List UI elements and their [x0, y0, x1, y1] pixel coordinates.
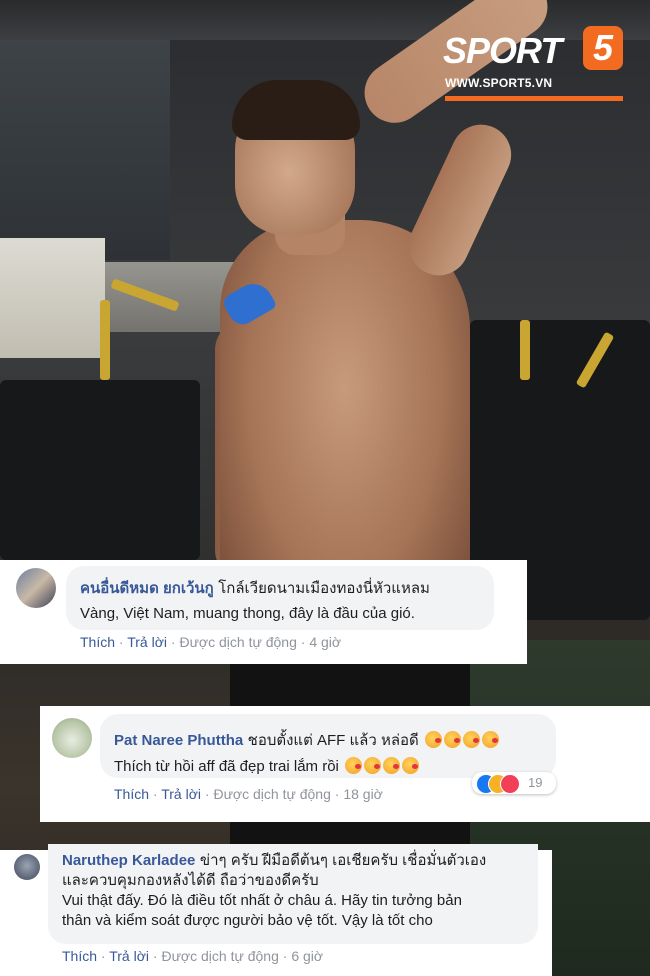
comment-bubble: Pat Naree Phuttha ชอบตั้งแต่ AFF แล้ว หล… — [100, 714, 556, 778]
window-light-2 — [105, 262, 235, 332]
machine-frame-2 — [100, 300, 110, 380]
hair — [232, 80, 360, 140]
wall — [0, 40, 170, 260]
kissing-heart-emoji — [345, 757, 363, 774]
sport5-logo: SPORT 5 WWW.SPORT5.VN — [443, 26, 625, 106]
like-link[interactable]: Thích — [114, 786, 149, 802]
like-link[interactable]: Thích — [62, 948, 97, 964]
comment-text-original-2: และควบคุมกองหลังได้ดี ถือว่าของดีครับ — [62, 872, 319, 889]
auto-translated-label[interactable]: Được dịch tự động — [179, 634, 296, 650]
comment-text-translated: Thích từ hồi aff đã đẹp trai lắm rồi — [114, 758, 339, 775]
avatar[interactable] — [14, 854, 40, 880]
kissing-heart-emoji — [425, 731, 443, 748]
kissing-heart-emoji — [383, 757, 401, 774]
comment-text-translated: Vàng, Việt Nam, muang thong, đây là đầu … — [80, 605, 415, 622]
comment-author[interactable]: Pat Naree Phuttha — [114, 732, 243, 749]
comment-bubble: คนอื่นดีหมด ยกเว้นกู โกล์เวียดนามเมืองทอ… — [66, 566, 494, 630]
reply-link[interactable]: Trả lời — [109, 948, 149, 964]
comment-time[interactable]: 4 giờ — [309, 634, 341, 650]
comment-actions: Thích · Trả lời · Được dịch tự động · 4 … — [80, 634, 342, 650]
comment-text-translated-2: thân và kiểm soát được người bảo vệ tốt.… — [62, 912, 433, 929]
comment-time[interactable]: 18 giờ — [343, 786, 383, 802]
reaction-summary[interactable]: 19 — [472, 772, 556, 794]
raised-arm-lower — [399, 114, 521, 286]
reply-link[interactable]: Trả lời — [161, 786, 201, 802]
kissing-heart-emoji — [364, 757, 382, 774]
kissing-heart-emoji — [463, 731, 481, 748]
logo-underline — [445, 96, 623, 101]
reaction-count: 19 — [528, 775, 543, 790]
comment-panel-1: คนอื่นดีหมด ยกเว้นกู โกล์เวียดนามเมืองทอ… — [0, 560, 527, 664]
comment-actions: Thích · Trả lời · Được dịch tự động · 6 … — [62, 948, 324, 964]
comment-time[interactable]: 6 giờ — [291, 948, 323, 964]
comment-actions: Thích · Trả lời · Được dịch tự động · 18… — [114, 786, 383, 802]
reply-link[interactable]: Trả lời — [127, 634, 167, 650]
comment-panel-3: Naruthep Karladee ข่าๆ ครับ ฝีมือดีต้นๆ … — [0, 844, 552, 976]
machine-frame-3 — [520, 320, 530, 380]
avatar[interactable] — [16, 568, 56, 608]
comment-panel-2: Pat Naree Phuttha ชอบตั้งแต่ AFF แล้ว หล… — [40, 706, 650, 822]
kissing-heart-emoji — [482, 731, 500, 748]
gym-machine-left — [0, 380, 200, 560]
comment-text-translated: Vui thật đấy. Đó là điều tốt nhất ở châu… — [62, 892, 462, 909]
comment-bubble: Naruthep Karladee ข่าๆ ครับ ฝีมือดีต้นๆ … — [48, 844, 538, 944]
auto-translated-label[interactable]: Được dịch tự động — [213, 786, 330, 802]
love-reaction-icon — [500, 774, 520, 794]
gym-photo — [0, 0, 650, 976]
logo-number: 5 — [583, 26, 623, 70]
logo-brand: SPORT — [443, 30, 562, 71]
comment-author[interactable]: Naruthep Karladee — [62, 852, 195, 869]
window-light — [0, 238, 105, 358]
comment-text-original: ชอบตั้งแต่ AFF แล้ว หล่อดี — [247, 732, 419, 749]
avatar[interactable] — [52, 718, 92, 758]
comment-author[interactable]: คนอื่นดีหมด ยกเว้นกู — [80, 580, 214, 597]
comment-text-original: ข่าๆ ครับ ฝีมือดีต้นๆ เอเชียครับ เชื่อมั… — [199, 852, 487, 869]
auto-translated-label[interactable]: Được dịch tự động — [161, 948, 278, 964]
comment-text-original: โกล์เวียดนามเมืองทองนี่หัวแหลม — [218, 580, 430, 597]
logo-url: WWW.SPORT5.VN — [445, 76, 553, 90]
like-link[interactable]: Thích — [80, 634, 115, 650]
kissing-heart-emoji — [402, 757, 420, 774]
kissing-heart-emoji — [444, 731, 462, 748]
